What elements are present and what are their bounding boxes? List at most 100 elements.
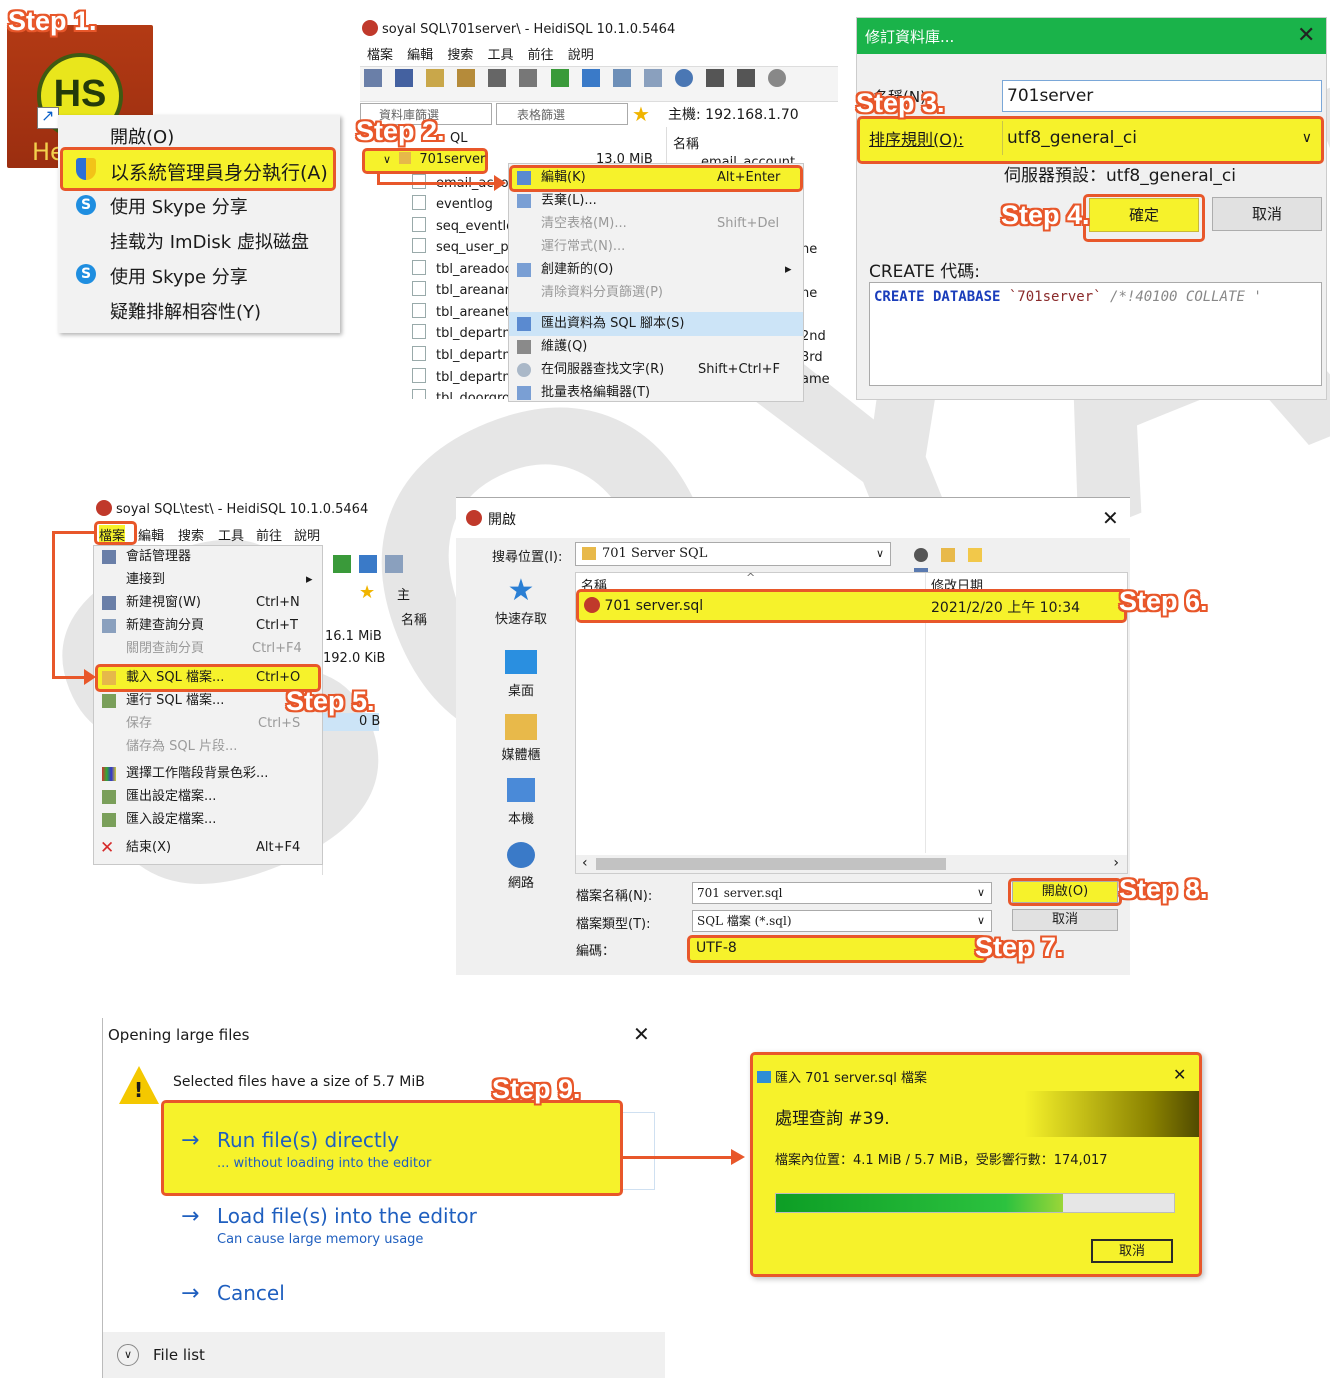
scroll-right-icon[interactable]: › [1113, 855, 1119, 871]
scroll-thumb[interactable] [596, 858, 946, 870]
table-filter-input[interactable]: 表格篩選 [496, 103, 628, 125]
ctx-bulk-editor[interactable]: 批量表格編輯器(T) [509, 382, 803, 401]
favorite-star-icon[interactable]: ★ [359, 582, 375, 603]
table-icon[interactable] [385, 554, 403, 573]
table-row[interactable]: tbl_departm [412, 367, 512, 388]
column-header-name[interactable]: 名稱 [673, 133, 699, 152]
menu-goto[interactable]: 前往 [528, 48, 554, 63]
print-icon[interactable] [519, 68, 538, 87]
connect-icon[interactable] [364, 68, 382, 87]
ctx-edit[interactable]: 編輯(K) Alt+Enter [509, 167, 803, 189]
close-icon[interactable]: ✕ [1297, 23, 1315, 48]
filename-input[interactable]: 701 server.sql ∨ [692, 882, 992, 904]
user-icon[interactable] [359, 554, 377, 573]
list-item[interactable]: 3rd [801, 350, 823, 365]
file-import-settings[interactable]: 匯入設定檔案... [94, 809, 322, 831]
table-row[interactable]: seq_user_pi [412, 237, 512, 258]
copy-icon[interactable] [426, 68, 445, 87]
host-tab[interactable]: 主機: 192.168.1.70 [668, 104, 799, 124]
name-input[interactable]: 701server [1002, 80, 1322, 112]
cancel-button[interactable]: 取消 [1012, 909, 1118, 931]
file-session-color[interactable]: 選擇工作階段背景色彩... [94, 763, 322, 785]
up-folder-icon[interactable] [941, 547, 956, 562]
ctx-clear-filter[interactable]: 清除資料分頁篩選(P) [509, 282, 803, 304]
menu-search[interactable]: 搜索 [178, 525, 204, 544]
undo-icon[interactable] [488, 68, 507, 87]
scroll-left-icon[interactable]: ‹ [582, 855, 588, 871]
collation-select[interactable]: utf8_general_ci ∨ [1002, 121, 1322, 155]
table-row[interactable]: tbl_departm [412, 323, 512, 344]
table-row[interactable]: tbl_areaneti [412, 302, 512, 323]
menu-open[interactable]: 開啟(O) [110, 123, 174, 149]
place-desktop[interactable]: 桌面 [468, 650, 574, 700]
list-item[interactable]: ame [801, 372, 830, 387]
file-connect-to[interactable]: 連接到 ▸ [94, 569, 322, 591]
ctx-run-routine[interactable]: 運行常式(N)... [509, 236, 803, 258]
grid-icon[interactable] [643, 68, 662, 87]
menu-edit[interactable]: 編輯 [407, 48, 433, 63]
file-session-manager[interactable]: 會話管理器 [94, 546, 322, 568]
list-item[interactable]: 2nd [801, 329, 826, 344]
user-icon[interactable] [581, 68, 600, 87]
first-icon[interactable] [706, 68, 725, 87]
refresh-icon[interactable] [333, 554, 351, 573]
menu-tools[interactable]: 工具 [487, 48, 513, 63]
expand-chevron-icon[interactable]: ∨ [117, 1344, 139, 1366]
file-list-toggle[interactable]: File list [153, 1346, 205, 1364]
encoding-select[interactable]: UTF-8 [696, 940, 737, 956]
last-icon[interactable] [737, 68, 756, 87]
close-icon[interactable]: ✕ [1102, 506, 1119, 530]
tree-root[interactable]: QL [450, 131, 467, 146]
ctx-find-text[interactable]: 在伺服器查找文字(R) Shift+Ctrl+F [509, 359, 803, 381]
cancel-button[interactable]: 取消 [1091, 1239, 1173, 1263]
close-icon[interactable]: ✕ [1173, 1065, 1186, 1084]
table-row[interactable]: tbl_doorgro [412, 388, 510, 399]
place-this-pc[interactable]: 本機 [468, 778, 574, 828]
filetype-select[interactable]: SQL 檔案 (*.sql) ∨ [692, 910, 992, 932]
file-new-window[interactable]: 新建視窗(W) Ctrl+N [94, 592, 322, 614]
file-exit[interactable]: ✕ 結束(X) Alt+F4 [94, 837, 322, 859]
menu-file[interactable]: 檔案 [367, 48, 393, 63]
ctx-maintenance[interactable]: 維護(Q) [509, 336, 803, 358]
table-row[interactable]: eventlog [412, 194, 493, 215]
cancel-button[interactable]: 取消 [1212, 197, 1322, 231]
refresh-icon[interactable] [550, 68, 569, 87]
place-quick-access[interactable]: ★ 快速存取 [468, 574, 574, 634]
ctx-truncate[interactable]: 清空表格(M)... Shift+Del [509, 213, 803, 235]
menu-tools[interactable]: 工具 [218, 525, 244, 544]
file-row[interactable]: 701 server.sql 2021/2/20 上午 10:34 [584, 597, 1124, 616]
table-row[interactable]: tbl_areanam [412, 280, 512, 301]
file-save-snippet[interactable]: 儲存為 SQL 片段... [94, 736, 322, 758]
file-new-query-tab[interactable]: 新建查詢分頁 Ctrl+T [94, 615, 322, 637]
load-into-editor-option[interactable]: → Load file(s) into the editor Can cause… [181, 1204, 561, 1254]
menu-edit[interactable]: 編輯 [138, 525, 164, 544]
table-row[interactable]: seq_eventlo [412, 216, 512, 237]
paste-icon[interactable] [457, 68, 476, 87]
host-tab[interactable]: 主 [397, 584, 410, 603]
table-row[interactable]: tbl_departm [412, 345, 512, 366]
menu-goto[interactable]: 前往 [256, 525, 282, 544]
table-row[interactable]: tbl_areadoc [412, 259, 512, 280]
add-icon[interactable] [768, 68, 787, 87]
menu-search[interactable]: 搜索 [447, 48, 473, 63]
open-button[interactable]: 開啟(O) [1012, 881, 1118, 903]
back-icon[interactable] [914, 547, 928, 562]
menu-imdisk[interactable]: 挂载为 ImDisk 虚拟磁盘 [110, 228, 309, 254]
place-network[interactable]: 網路 [468, 842, 574, 892]
menu-help[interactable]: 說明 [294, 525, 320, 544]
lookin-select[interactable]: 701 Server SQL ∨ [575, 542, 891, 566]
help-icon[interactable] [674, 68, 693, 87]
table-icon[interactable] [612, 68, 631, 87]
tree-db-701server[interactable]: ∨ 701server [383, 152, 485, 167]
horizontal-scrollbar[interactable]: ‹ › [576, 855, 1127, 873]
ok-button[interactable]: 確定 [1089, 198, 1199, 232]
place-libraries[interactable]: 媒體櫃 [468, 714, 574, 764]
column-header-name[interactable]: 名稱 [401, 609, 427, 628]
disconnect-icon[interactable] [395, 68, 414, 87]
create-code-box[interactable]: CREATE DATABASE `701server` /*!40100 COL… [869, 282, 1322, 386]
cancel-option[interactable]: → Cancel [181, 1281, 381, 1311]
menu-run-as-admin[interactable]: 以系統管理員身分執行(A) [110, 158, 328, 185]
ctx-export-sql[interactable]: 匯出資料為 SQL 腳本(S) [509, 313, 803, 335]
menu-help[interactable]: 說明 [568, 48, 594, 63]
new-folder-icon[interactable] [968, 547, 983, 562]
